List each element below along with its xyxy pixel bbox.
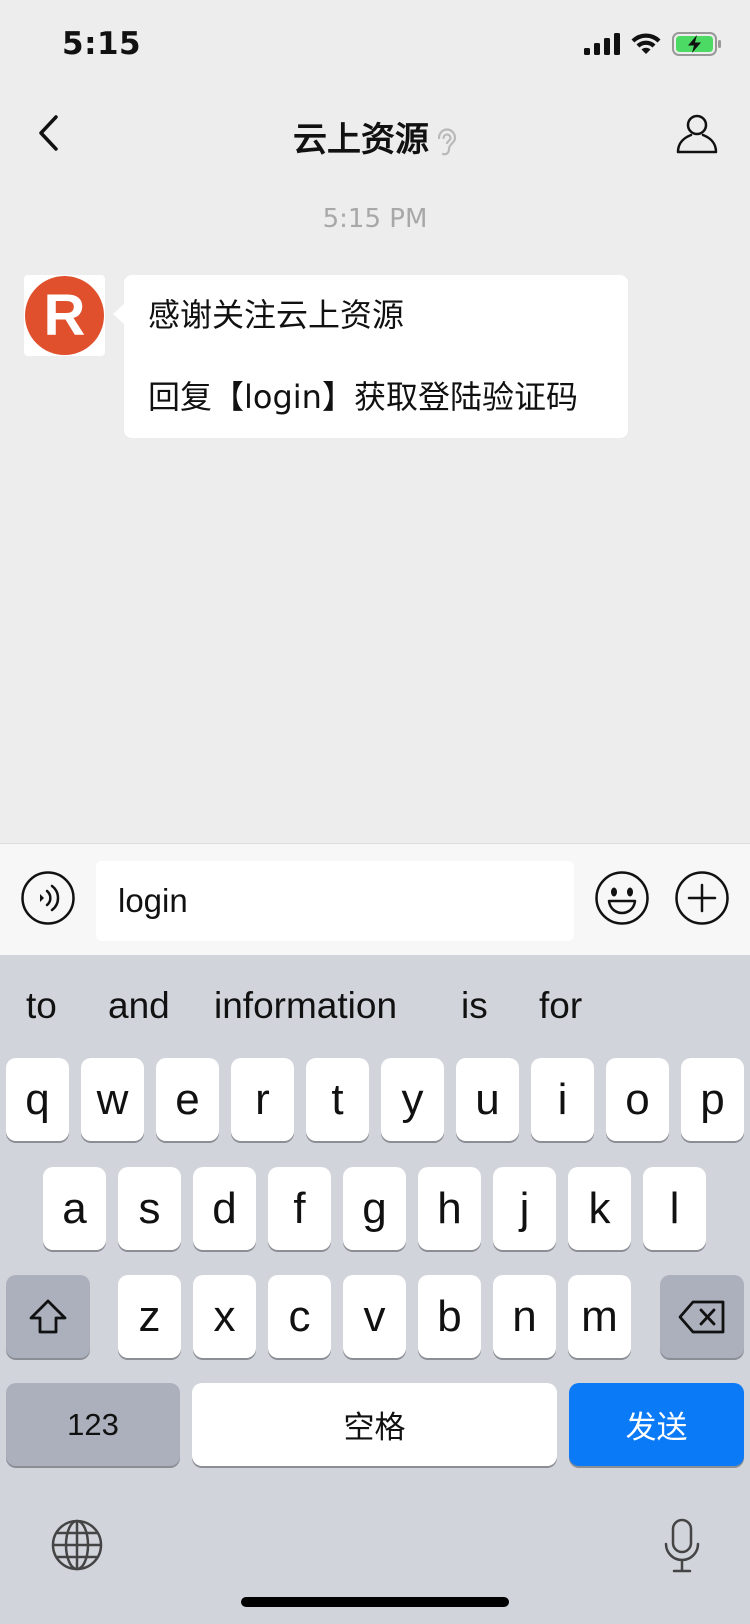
microphone-icon[interactable] bbox=[663, 1518, 701, 1574]
key-q[interactable]: q bbox=[6, 1058, 69, 1141]
key-x[interactable]: x bbox=[193, 1275, 256, 1358]
key-v[interactable]: v bbox=[343, 1275, 406, 1358]
key-s[interactable]: s bbox=[118, 1167, 181, 1250]
battery-charging-icon bbox=[672, 32, 721, 56]
suggestion-item[interactable]: is bbox=[461, 985, 488, 1027]
key-k[interactable]: k bbox=[568, 1167, 631, 1250]
key-i[interactable]: i bbox=[531, 1058, 594, 1141]
globe-icon[interactable] bbox=[50, 1518, 104, 1572]
status-time: 5:15 bbox=[62, 26, 142, 62]
message-line-2: 回复【login】获取登陆验证码 bbox=[148, 378, 578, 416]
key-y[interactable]: y bbox=[381, 1058, 444, 1141]
suggestion-item[interactable]: and bbox=[108, 985, 170, 1027]
key-d[interactable]: d bbox=[193, 1167, 256, 1250]
key-m[interactable]: m bbox=[568, 1275, 631, 1358]
suggestion-bar: to and information is for bbox=[0, 955, 750, 1057]
key-r[interactable]: r bbox=[231, 1058, 294, 1141]
chat-title-text: 云上资源 bbox=[293, 120, 429, 160]
key-t[interactable]: t bbox=[306, 1058, 369, 1141]
status-icons bbox=[584, 32, 722, 56]
key-e[interactable]: e bbox=[156, 1058, 219, 1141]
key-b[interactable]: b bbox=[418, 1275, 481, 1358]
key-f[interactable]: f bbox=[268, 1167, 331, 1250]
person-icon bbox=[676, 114, 718, 154]
input-bar bbox=[0, 843, 750, 955]
backspace-icon bbox=[678, 1300, 725, 1333]
key-p[interactable]: p bbox=[681, 1058, 744, 1141]
shift-key[interactable] bbox=[6, 1275, 90, 1358]
voice-icon bbox=[21, 871, 75, 925]
key-u[interactable]: u bbox=[456, 1058, 519, 1141]
key-l[interactable]: l bbox=[643, 1167, 706, 1250]
numbers-key[interactable]: 123 bbox=[6, 1383, 180, 1466]
backspace-key[interactable] bbox=[660, 1275, 744, 1358]
emoji-button[interactable] bbox=[594, 870, 650, 926]
space-key[interactable]: 空格 bbox=[192, 1383, 557, 1466]
avatar[interactable]: R bbox=[24, 275, 105, 356]
key-w[interactable]: w bbox=[81, 1058, 144, 1141]
message-line-1: 感谢关注云上资源 bbox=[148, 296, 405, 334]
key-z[interactable]: z bbox=[118, 1275, 181, 1358]
key-g[interactable]: g bbox=[343, 1167, 406, 1250]
key-h[interactable]: h bbox=[418, 1167, 481, 1250]
send-key[interactable]: 发送 bbox=[569, 1383, 744, 1466]
chat-title: 云上资源 bbox=[0, 112, 750, 161]
mute-ear-icon bbox=[437, 127, 457, 155]
message-input[interactable] bbox=[96, 861, 574, 941]
home-indicator bbox=[241, 1597, 509, 1607]
plus-circle-icon bbox=[675, 871, 729, 925]
key-j[interactable]: j bbox=[493, 1167, 556, 1250]
message-timestamp: 5:15 PM bbox=[322, 204, 428, 234]
more-button[interactable] bbox=[674, 870, 730, 926]
key-o[interactable]: o bbox=[606, 1058, 669, 1141]
key-c[interactable]: c bbox=[268, 1275, 331, 1358]
keyboard: to and information is for q w e r t y u … bbox=[0, 955, 750, 1624]
message-row: R 感谢关注云上资源 回复【login】获取登陆验证码 bbox=[24, 275, 644, 445]
key-a[interactable]: a bbox=[43, 1167, 106, 1250]
message-bubble[interactable]: 感谢关注云上资源 回复【login】获取登陆验证码 bbox=[113, 275, 628, 438]
smiley-icon bbox=[595, 871, 649, 925]
key-n[interactable]: n bbox=[493, 1275, 556, 1358]
suggestion-item[interactable]: to bbox=[26, 985, 57, 1027]
cellular-signal-icon bbox=[584, 33, 620, 55]
suggestion-item[interactable]: for bbox=[539, 985, 582, 1027]
status-bar: 5:15 bbox=[0, 0, 750, 90]
avatar-logo: R bbox=[25, 276, 104, 355]
profile-button[interactable] bbox=[672, 108, 722, 158]
nav-bar: 云上资源 bbox=[0, 90, 750, 176]
voice-input-button[interactable] bbox=[20, 870, 76, 926]
suggestion-item[interactable]: information bbox=[214, 985, 397, 1027]
shift-arrow-icon bbox=[29, 1299, 67, 1333]
wifi-icon bbox=[631, 33, 661, 54]
